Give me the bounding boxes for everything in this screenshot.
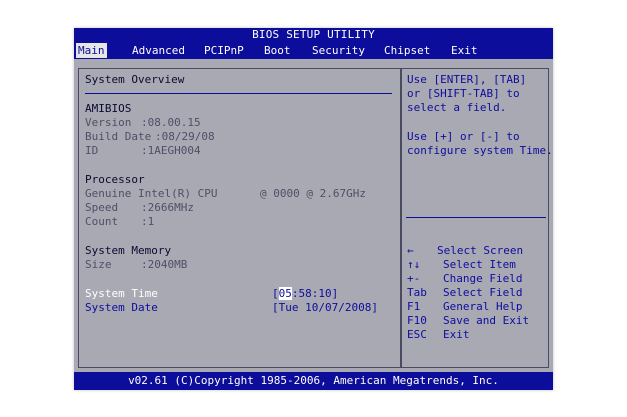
key-f1: F1 bbox=[407, 300, 421, 313]
key-plus-minus: +- bbox=[407, 272, 421, 285]
speed-label: Speed bbox=[85, 201, 119, 214]
help-divider bbox=[406, 217, 546, 218]
amibios-heading: AMIBIOS bbox=[85, 102, 132, 115]
count-label: Count bbox=[85, 215, 119, 228]
speed-value: :2666MHz bbox=[141, 201, 194, 214]
tab-exit[interactable]: Exit bbox=[449, 43, 480, 58]
key-tab: Tab bbox=[407, 286, 427, 299]
id-label: ID bbox=[85, 144, 99, 157]
help-line: configure system Time. bbox=[407, 144, 553, 157]
system-date-label[interactable]: System Date bbox=[85, 301, 158, 315]
build-date-label: Build Date bbox=[85, 130, 152, 143]
tab-boot[interactable]: Boot bbox=[262, 43, 293, 58]
key-desc-change-field: Change Field bbox=[443, 272, 523, 285]
key-desc-select-field: Select Field bbox=[443, 286, 523, 299]
section-heading: System Overview bbox=[85, 73, 185, 86]
id-value: :1AEGH004 bbox=[141, 144, 201, 157]
key-desc-select-item: Select Item bbox=[443, 258, 516, 271]
key-desc-exit: Exit bbox=[443, 328, 470, 341]
key-up-down-arrows: ↑↓ bbox=[407, 258, 421, 271]
memory-size-label: Size bbox=[85, 258, 112, 271]
time-open-bracket: [ bbox=[272, 287, 279, 300]
system-time-field[interactable]: [05:58:10] bbox=[272, 287, 338, 301]
tab-advanced[interactable]: Advanced bbox=[130, 43, 187, 58]
help-line: Use [+] or [-] to bbox=[407, 130, 520, 143]
copyright-footer: v02.61 (C)Copyright 1985-2006, American … bbox=[74, 372, 553, 390]
system-time-label[interactable]: System Time bbox=[85, 287, 158, 301]
build-date-value: :08/29/08 bbox=[155, 130, 215, 143]
key-f10: F10 bbox=[407, 314, 427, 327]
help-line: or [SHIFT-TAB] to bbox=[407, 87, 520, 100]
processor-heading: Processor bbox=[85, 173, 145, 186]
tab-pcipnp[interactable]: PCIPnP bbox=[202, 43, 246, 58]
key-desc-select-screen: Select Screen bbox=[437, 244, 524, 257]
tab-security[interactable]: Security bbox=[310, 43, 367, 58]
help-panel: Use [ENTER], [TAB] or [SHIFT-TAB] to sel… bbox=[401, 68, 553, 368]
system-overview-panel: System Overview AMIBIOS Version :08.00.1… bbox=[78, 68, 401, 368]
system-date-field[interactable]: [Tue 10/07/2008] bbox=[272, 301, 378, 315]
memory-size-value: :2040MB bbox=[141, 258, 188, 271]
time-rest: :58:10] bbox=[291, 287, 339, 300]
memory-heading: System Memory bbox=[85, 244, 172, 257]
help-line: select a field. bbox=[407, 101, 507, 114]
section-divider bbox=[85, 93, 392, 94]
tab-chipset[interactable]: Chipset bbox=[382, 43, 432, 58]
tab-main[interactable]: Main bbox=[76, 43, 107, 58]
bios-screen: BIOS SETUP UTILITY Main Advanced PCIPnP … bbox=[74, 28, 553, 390]
processor-frequency: @ 0000 @ 2.67GHz bbox=[260, 187, 366, 200]
bios-title: BIOS SETUP UTILITY bbox=[74, 28, 553, 42]
key-desc-save-exit: Save and Exit bbox=[443, 314, 530, 327]
key-left-arrow: ← bbox=[407, 244, 414, 257]
processor-name: Genuine Intel(R) CPU bbox=[85, 187, 218, 200]
key-desc-general-help: General Help bbox=[443, 300, 523, 313]
time-hour-cursor[interactable]: 05 bbox=[278, 287, 292, 300]
key-esc: ESC bbox=[407, 328, 427, 341]
help-line: Use [ENTER], [TAB] bbox=[407, 73, 527, 86]
version-value: :08.00.15 bbox=[141, 116, 201, 129]
version-label: Version bbox=[85, 116, 132, 129]
count-value: :1 bbox=[141, 215, 155, 228]
menu-bar: Main Advanced PCIPnP Boot Security Chips… bbox=[74, 42, 553, 59]
